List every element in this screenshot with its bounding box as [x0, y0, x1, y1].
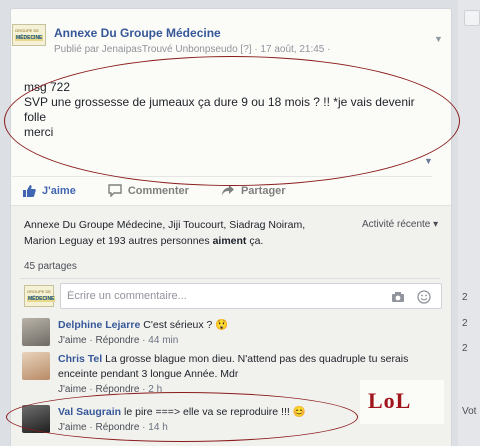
post-meta: Publié par JenaipasTrouvé Unbonpseudo [?…: [54, 44, 331, 55]
comment-time: 2 h: [148, 384, 163, 395]
comment-text: La grosse blague mon dieu. N'attend pas …: [58, 353, 409, 380]
post-line: folle: [24, 110, 47, 124]
comment-time: 14 h: [148, 422, 168, 433]
post-line: merci: [24, 125, 54, 139]
comment-footer: J'aime · Répondre · 44 min: [58, 335, 179, 346]
comment-author[interactable]: Chris Tel: [58, 353, 102, 365]
likes-suffix: ça.: [246, 235, 264, 247]
comment-icon: [108, 184, 122, 197]
post-line: msg 722: [24, 80, 71, 94]
divider: [12, 176, 432, 177]
comment-box[interactable]: [60, 283, 442, 309]
camera-icon[interactable]: [391, 291, 405, 303]
share-label: Partager: [240, 184, 286, 197]
share-button[interactable]: Partager: [221, 184, 286, 197]
right-column: 2 2 2 Vot: [458, 0, 480, 446]
page-logo[interactable]: GROUPE DE MÉDECINE: [12, 24, 46, 46]
comment-text: C'est sérieux ? 😲: [143, 319, 229, 331]
logo-text: GROUPE DE: [27, 289, 52, 294]
logo-text: MÉDECINE: [15, 35, 44, 41]
thumbs-up-icon: [23, 185, 36, 197]
comment-reply-link[interactable]: Répondre: [95, 384, 139, 395]
liker-names[interactable]: Annexe Du Groupe Médecine, Jiji Toucourt…: [24, 219, 305, 231]
comment-button[interactable]: Commenter: [108, 184, 189, 197]
comment-reply-link[interactable]: Répondre: [95, 335, 139, 346]
emoji-icon[interactable]: [417, 290, 431, 304]
likes-verb: aiment: [212, 235, 247, 247]
divider: [20, 278, 440, 279]
action-bar: J'aime Commenter Partager: [22, 184, 318, 197]
comment-author[interactable]: Val Saugrain: [58, 406, 121, 418]
page-name-link[interactable]: Annexe Du Groupe Médecine: [54, 26, 221, 40]
comment-like-link[interactable]: J'aime: [58, 422, 87, 433]
avatar[interactable]: [22, 318, 50, 346]
commenter-avatar: GROUPE DE MÉDECINE: [24, 285, 56, 307]
logo-text: GROUPE DE: [15, 28, 40, 33]
comment-text: le pire ===> elle va se reproduire !!! 😊: [124, 406, 306, 418]
avatar[interactable]: [22, 352, 50, 380]
lol-overlay: LoL: [360, 380, 444, 424]
share-icon: [221, 185, 234, 196]
reaction-icon[interactable]: ▼: [424, 156, 433, 166]
right-digit: 2: [462, 292, 468, 303]
comment-input[interactable]: [61, 284, 361, 308]
right-label: Vot: [462, 406, 477, 417]
comment-like-link[interactable]: J'aime: [58, 335, 87, 346]
comment-time: 44 min: [148, 335, 179, 346]
right-digit: 2: [462, 343, 468, 354]
right-digit: 2: [462, 318, 468, 329]
comment-author[interactable]: Delphine Lejarre: [58, 319, 140, 331]
comment-body: Delphine Lejarre C'est sérieux ? 😲 J'aime…: [58, 318, 438, 348]
comment-reply-link[interactable]: Répondre: [95, 422, 139, 433]
post-line: SVP une grossesse de jumeaux ça dure 9 o…: [24, 95, 415, 109]
post-body: msg 722 SVP une grossesse de jumeaux ça …: [24, 80, 415, 140]
comment-like-link[interactable]: J'aime: [58, 384, 87, 395]
comment-footer: J'aime · Répondre · 14 h: [58, 422, 168, 433]
activity-filter-dropdown[interactable]: Activité récente ▾: [362, 219, 438, 230]
like-label: J'aime: [42, 184, 76, 197]
lol-text: LoL: [368, 388, 412, 413]
logo-text: MÉDECINE: [27, 296, 56, 302]
comment-label: Commenter: [127, 184, 189, 197]
likes-others[interactable]: et 193 autres personnes: [93, 235, 212, 247]
like-button[interactable]: J'aime: [22, 184, 76, 197]
liker-names[interactable]: Marion Leguay: [24, 235, 93, 247]
chevron-down-icon[interactable]: ▼: [434, 34, 443, 44]
right-chip[interactable]: [464, 10, 480, 26]
likes-summary[interactable]: Annexe Du Groupe Médecine, Jiji Toucourt…: [24, 217, 354, 249]
avatar[interactable]: [22, 405, 50, 433]
comment-footer: J'aime · Répondre · 2 h: [58, 384, 163, 395]
shares-count[interactable]: 45 partages: [24, 261, 77, 272]
